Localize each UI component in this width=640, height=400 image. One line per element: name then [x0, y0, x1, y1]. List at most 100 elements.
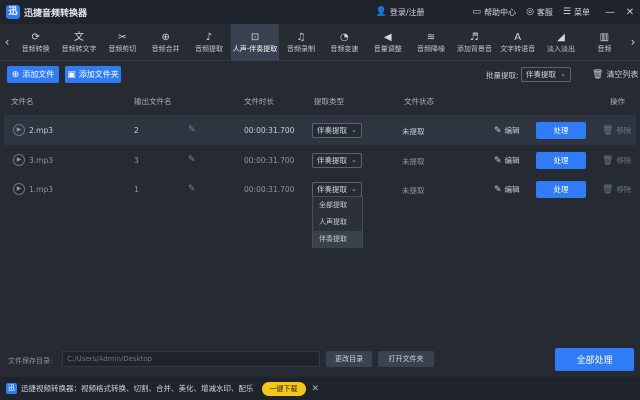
tool-label: 音量调整 — [373, 45, 402, 53]
remove-label: 移除 — [616, 156, 632, 165]
edit-button[interactable]: ✎ 编辑 — [494, 125, 520, 136]
extract-type-select[interactable]: 伴奏提取 ⌄ — [312, 123, 362, 138]
table-row[interactable]: ▶ 2.mp3 2 ✎ 00:00:31.700 伴奏提取 ⌄ 未提取 ✎ 编辑 处理 🗑 移除 — [4, 115, 636, 145]
help-center-button[interactable]: ▭ 帮助中心 — [473, 7, 517, 18]
login-button[interactable]: 👤 登录/注册 — [376, 7, 425, 18]
cell-filename: 1.mp3 — [29, 185, 53, 194]
cell-status: 未提取 — [402, 186, 425, 195]
dropdown-option[interactable]: 全部提取 — [313, 197, 362, 214]
tool-tts[interactable]: A 文字转语音 — [496, 24, 539, 61]
cell-output[interactable]: 2 — [134, 126, 139, 135]
tool-text[interactable]: 文音频转文字 — [57, 24, 100, 61]
tool-audio[interactable]: ▥ 音频 — [583, 24, 626, 61]
process-button[interactable]: 处理 — [536, 181, 586, 198]
tool-label: 淡入淡出 — [547, 45, 576, 53]
extract-type-value: 伴奏提取 — [317, 156, 347, 165]
extract-type-select[interactable]: 伴奏提取 ⌄ — [312, 153, 362, 168]
cell-duration: 00:00:31.700 — [244, 156, 295, 165]
header-ops: 操作 — [610, 97, 625, 106]
chevron-right-icon[interactable]: › — [626, 24, 640, 61]
chevron-down-icon: ⌄ — [351, 156, 357, 164]
dropdown-option[interactable]: 伴奏提取 — [313, 231, 362, 248]
trash-icon: 🗑 — [602, 155, 614, 166]
ad-download-button[interactable]: 一键下载 — [261, 381, 306, 396]
cell-status: 未提取 — [402, 157, 425, 166]
menu-button[interactable]: ☰ 菜单 — [563, 7, 590, 18]
play-icon[interactable]: ▶ — [13, 183, 25, 195]
fade-icon: ◢ — [557, 32, 565, 43]
cell-output[interactable]: 1 — [134, 185, 139, 194]
batch-extract-select[interactable]: 伴奏提取 ⌄ — [521, 67, 571, 82]
login-label: 登录/注册 — [389, 7, 425, 17]
chevron-left-icon[interactable]: ‹ — [0, 24, 14, 61]
remove-button[interactable]: 🗑 移除 — [602, 184, 631, 195]
tool-denoise[interactable]: ≋ 音频降噪 — [409, 24, 452, 61]
rename-pencil-icon[interactable]: ✎ — [188, 125, 196, 135]
volume-icon: ◀ — [383, 32, 392, 43]
tool-convert[interactable]: ⟳ 音频转换 — [14, 24, 57, 61]
cell-duration: 00:00:31.700 — [244, 185, 295, 194]
tool-label: 音频剪切 — [108, 45, 137, 53]
tool-volume[interactable]: ◀ 音量调整 — [366, 24, 409, 61]
extract-icon: ♪ — [205, 32, 213, 43]
customer-service-button[interactable]: ◎ 客服 — [526, 7, 553, 18]
extract-type-value: 伴奏提取 — [317, 126, 347, 135]
chevron-down-icon: ⌄ — [351, 126, 357, 134]
tool-label: 音频转文字 — [61, 45, 97, 53]
tool-label: 音频提取 — [194, 45, 223, 53]
clear-list-button[interactable]: 🗑 清空列表 — [592, 69, 638, 80]
tool-merge[interactable]: ⊕ 音频合并 — [144, 24, 187, 61]
user-icon: 👤 — [375, 7, 387, 17]
tool-label: 音频录制 — [287, 45, 316, 53]
process-button[interactable]: 处理 — [536, 152, 586, 169]
mic-icon: ♫ — [296, 32, 306, 43]
edit-icon: ✎ — [494, 125, 502, 136]
chevron-down-icon: ⌄ — [560, 70, 566, 78]
remove-button[interactable]: 🗑 移除 — [602, 125, 631, 136]
tool-label: 人声-伴奏提取 — [232, 45, 278, 53]
tool-label: 文字转语音 — [500, 45, 536, 53]
ad-bar: 迅 迅捷视频转换器：视频格式转换、切割、合并、美化、增减水印、配乐 一键下载 ✕ — [0, 377, 640, 400]
tool-vocal[interactable]: ⊡ 人声-伴奏提取 — [230, 24, 280, 61]
title-bar-actions: 👤 登录/注册 ▭ 帮助中心 ◎ 客服 ☰ 菜单 — ✕ — [376, 0, 640, 24]
edit-button[interactable]: ✎ 编辑 — [494, 184, 520, 195]
cell-filename: 3.mp3 — [29, 156, 53, 165]
table-row[interactable]: ▶ 3.mp3 3 ✎ 00:00:31.700 伴奏提取 ⌄ 未提取 ✎ 编辑 处理 🗑 移除 — [4, 145, 636, 175]
help-icon: ▭ — [472, 7, 482, 17]
extract-type-value: 伴奏提取 — [317, 185, 347, 194]
open-folder-button[interactable]: 打开文件夹 — [378, 351, 434, 367]
play-icon[interactable]: ▶ — [13, 154, 25, 166]
tool-scissors[interactable]: ✂ 音频剪切 — [101, 24, 144, 61]
merge-icon: ⊕ — [161, 32, 170, 43]
add-folder-button[interactable]: ▣ 添加文件夹 — [65, 66, 121, 83]
close-window-button[interactable]: ✕ — [620, 7, 640, 18]
cell-output[interactable]: 3 — [134, 156, 139, 165]
trash-icon: 🗑 — [602, 125, 614, 136]
tool-speed[interactable]: ◔ 音频变速 — [323, 24, 366, 61]
ad-close-icon[interactable]: ✕ — [312, 384, 320, 394]
rename-pencil-icon[interactable]: ✎ — [188, 155, 196, 165]
process-all-button[interactable]: 全部处理 — [555, 348, 634, 371]
folder-icon: ▣ — [67, 69, 76, 80]
remove-button[interactable]: 🗑 移除 — [602, 155, 631, 166]
tool-label: 音频合并 — [151, 45, 180, 53]
process-button[interactable]: 处理 — [536, 122, 586, 139]
minimize-button[interactable]: — — [600, 7, 620, 18]
tool-bgm[interactable]: ♬ 添加背景音 — [453, 24, 496, 61]
extract-type-select[interactable]: 伴奏提取 ⌄ — [312, 182, 362, 197]
tool-mic[interactable]: ♫ 音频录制 — [279, 24, 322, 61]
change-dir-button[interactable]: 更改目录 — [326, 351, 372, 367]
batch-extract-value: 伴奏提取 — [526, 70, 556, 79]
tool-extract[interactable]: ♪ 音频提取 — [187, 24, 230, 61]
dropdown-option[interactable]: 人声提取 — [313, 214, 362, 231]
edit-button[interactable]: ✎ 编辑 — [494, 155, 520, 166]
header-filename: 文件名 — [11, 97, 34, 106]
headset-icon: ◎ — [526, 7, 534, 17]
save-path-field[interactable]: C:/Users/Admin/Desktop — [62, 351, 320, 367]
edit-icon: ✎ — [494, 184, 502, 195]
play-icon[interactable]: ▶ — [13, 124, 25, 136]
add-file-button[interactable]: ⊕ 添加文件 — [7, 66, 59, 83]
rename-pencil-icon[interactable]: ✎ — [188, 184, 196, 194]
tts-icon: A — [514, 32, 522, 43]
tool-fade[interactable]: ◢ 淡入淡出 — [539, 24, 582, 61]
